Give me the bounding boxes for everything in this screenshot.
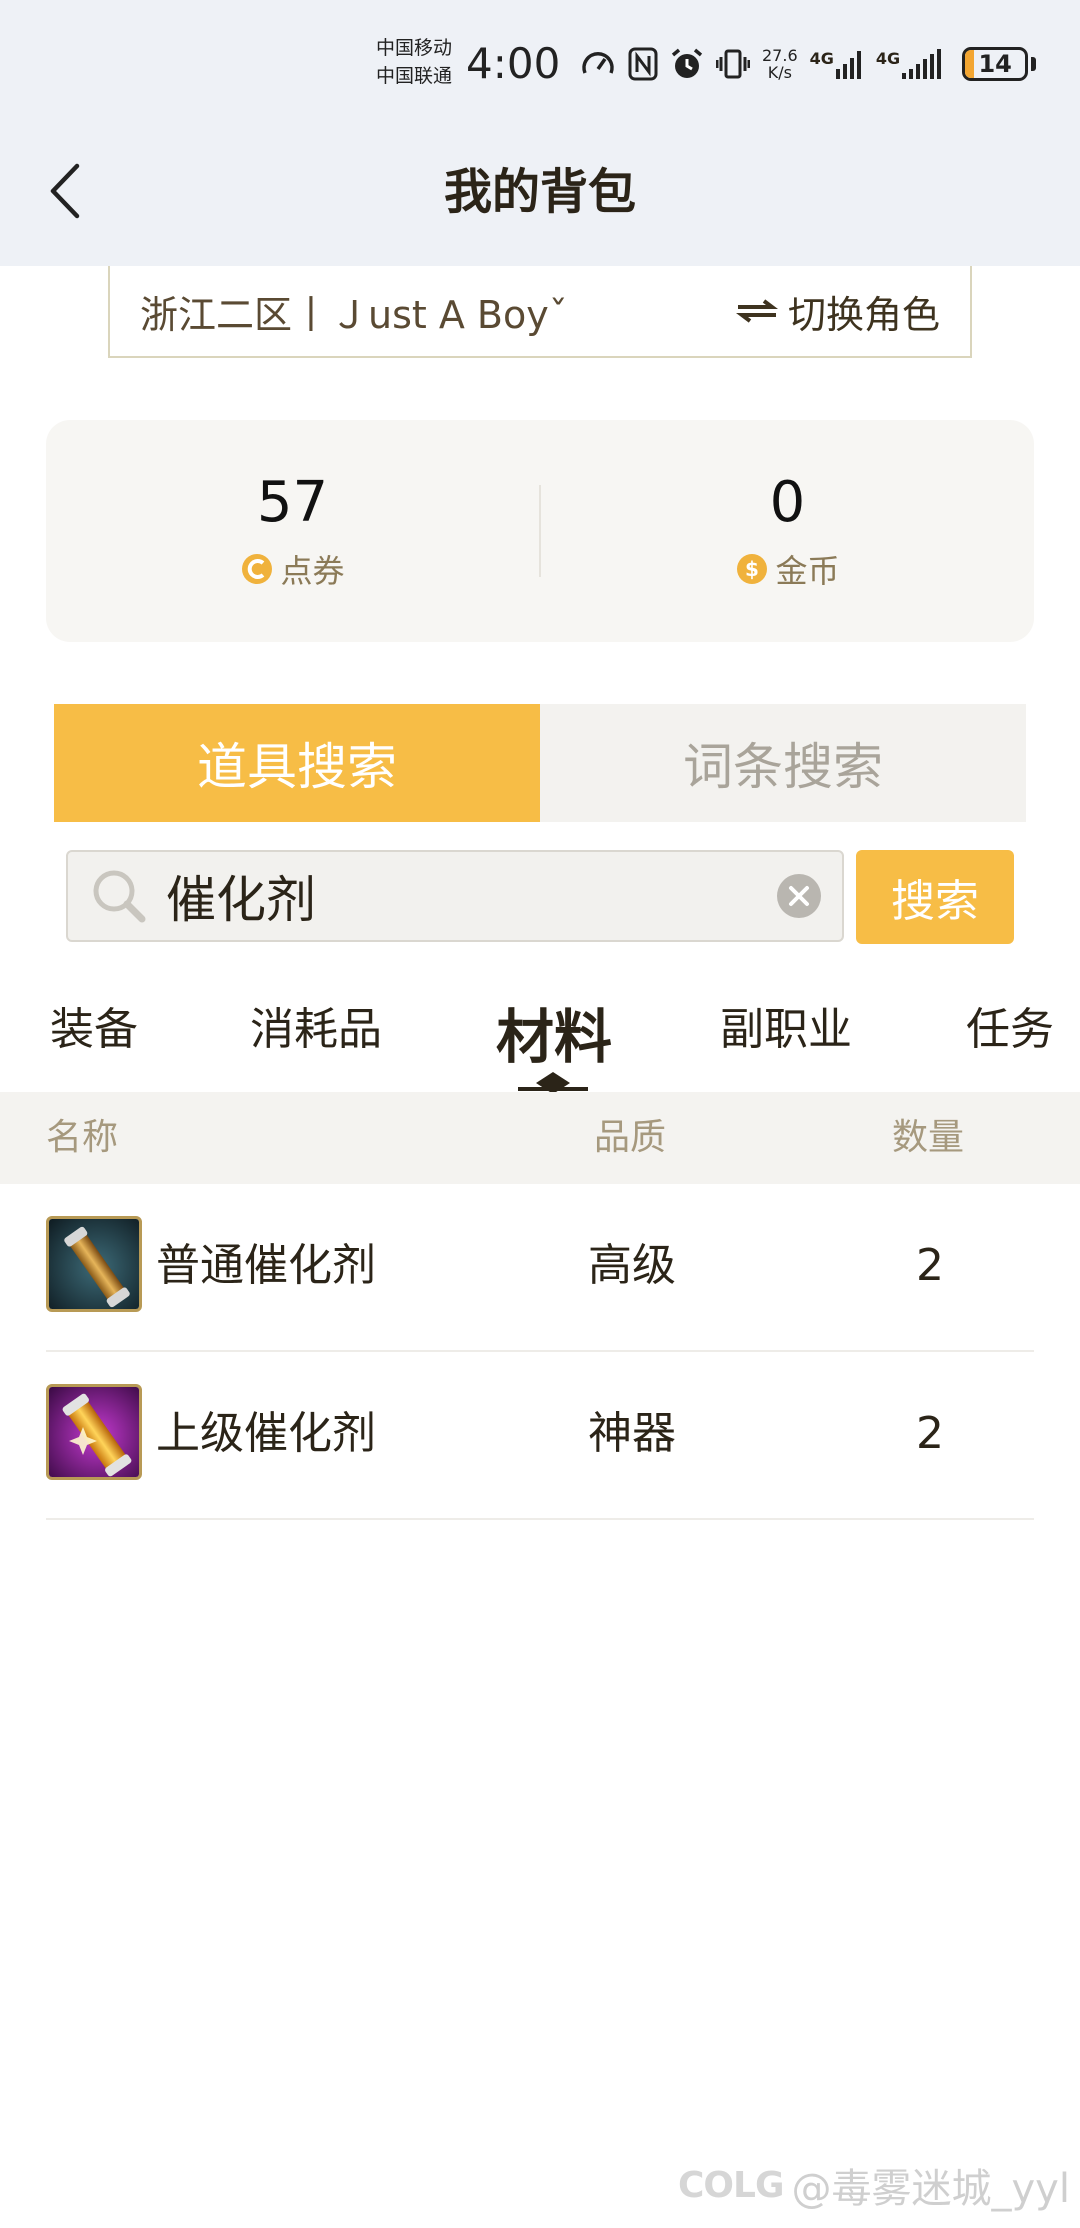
category-tab-materials[interactable]: 材料	[496, 1002, 612, 1072]
vibrate-icon	[716, 49, 750, 79]
swap-icon	[735, 299, 778, 323]
column-count: 数量	[892, 1117, 965, 1158]
role-name: 浙江二区丨Ｊust A Boyˇ	[140, 292, 568, 337]
role-selector[interactable]: 浙江二区丨Ｊust A Boyˇ 切换角色	[108, 266, 972, 358]
search-button[interactable]: 搜索	[856, 850, 1014, 944]
tab-item-search[interactable]: 道具搜索	[54, 704, 540, 822]
net-speed: 27.6 K/s	[762, 47, 798, 81]
column-quality: 品质	[594, 1117, 667, 1158]
coupon-icon	[242, 554, 273, 584]
category-tab-consumables[interactable]: 消耗品	[250, 995, 382, 1065]
gold-label-row: $ 金币	[541, 546, 1034, 592]
battery-tip	[1031, 57, 1037, 71]
page-title: 我的背包	[443, 164, 636, 220]
currency-card: 57 点券 0 $ 金币	[46, 420, 1034, 642]
alarm-icon	[671, 48, 703, 78]
status-time: 4:00	[466, 39, 561, 88]
points-label-row: 点券	[46, 546, 539, 592]
watermark-text: @毒雾迷城_yyl	[791, 2166, 1070, 2212]
svg-text:$: $	[746, 557, 760, 581]
search-mode-tabs: 道具搜索 词条搜索	[54, 704, 1026, 822]
watermark: COLG @毒雾迷城_yyl	[678, 2156, 1070, 2214]
item-count: 2	[916, 1408, 944, 1459]
catalyst-superior-icon	[46, 1384, 142, 1480]
switch-role-label: 切换角色	[787, 292, 940, 337]
net-speed-unit: K/s	[767, 63, 792, 82]
colg-logo: COLG	[678, 2164, 785, 2206]
category-tab-quests[interactable]: 任务	[966, 995, 1054, 1065]
speedometer-icon	[582, 52, 614, 74]
gold-balance: 0 $ 金币	[541, 470, 1034, 592]
column-name: 名称	[46, 1117, 119, 1158]
item-name: 上级催化剂	[156, 1408, 376, 1459]
item-count: 2	[916, 1240, 944, 1291]
signal-1: 4G	[810, 49, 864, 79]
table-row[interactable]: 普通催化剂 高级 2	[46, 1184, 1034, 1352]
carrier-2: 中国联通	[376, 65, 453, 87]
signal-2: 4G	[876, 49, 944, 79]
status-icons: 27.6 K/s 4G 4G 14	[580, 42, 1037, 86]
active-tab-indicator	[510, 1072, 596, 1094]
search-icon	[93, 870, 146, 923]
battery-level: 14	[978, 50, 1012, 78]
table-row[interactable]: 上级催化剂 神器 2	[46, 1352, 1034, 1520]
catalyst-common-icon	[46, 1216, 142, 1312]
item-quality: 高级	[588, 1240, 676, 1291]
top-bar: 中国移动 中国联通 4:00 27.6 K/s 4G 4G 14 我的背包	[0, 0, 1080, 266]
points-balance: 57 点券	[46, 470, 539, 592]
signal-2-label: 4G	[875, 49, 901, 68]
signal-1-label: 4G	[809, 49, 834, 68]
category-tab-equipment[interactable]: 装备	[50, 995, 138, 1065]
carrier-1: 中国移动	[376, 37, 453, 59]
signal-bars-icon	[835, 51, 861, 79]
points-label: 点券	[280, 552, 345, 590]
clear-icon[interactable]	[776, 873, 822, 919]
nfc-icon	[628, 47, 658, 81]
gold-coin-icon: $	[737, 554, 768, 584]
table-header: 名称 品质 数量	[0, 1092, 1080, 1184]
carrier-info: 中国移动 中国联通	[376, 34, 452, 90]
tab-affix-search[interactable]: 词条搜索	[540, 704, 1026, 822]
item-name: 普通催化剂	[156, 1240, 376, 1291]
item-quality: 神器	[588, 1408, 676, 1459]
net-speed-value: 27.6	[762, 46, 798, 65]
category-tab-sub-profession[interactable]: 副职业	[720, 995, 852, 1065]
battery-indicator: 14	[962, 47, 1029, 81]
points-value: 57	[256, 470, 329, 535]
search-input[interactable]: 催化剂	[66, 850, 844, 942]
gold-label: 金币	[775, 552, 840, 590]
switch-role-button[interactable]: 切换角色	[735, 284, 940, 339]
signal-bars-icon	[902, 49, 942, 79]
gold-value: 0	[769, 470, 806, 535]
search-query: 催化剂	[166, 871, 316, 929]
